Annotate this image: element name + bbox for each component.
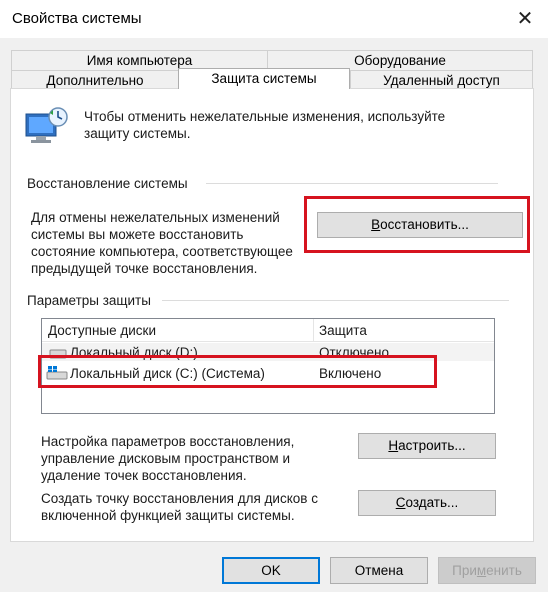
create-desc-line2: включенной функцией защиты системы. <box>41 508 295 523</box>
restore-button-mnemonic: В <box>371 217 381 232</box>
system-protection-icon <box>22 106 70 150</box>
intro-text-line1: Чтобы отменить нежелательные изменения, … <box>84 109 446 124</box>
restore-desc-line3: состояние компьютера, соответствующее <box>31 244 293 259</box>
intro-text-line2: защиту системы. <box>84 126 191 141</box>
configure-desc-line3: удаление точек восстановления. <box>41 468 247 483</box>
create-button-mnemonic: С <box>395 495 406 510</box>
apply-button-mnemonic: м <box>476 563 487 578</box>
drive-d-name: Локальный диск (D:) <box>70 345 198 360</box>
restore-group-divider <box>206 183 498 184</box>
create-desc-line1: Создать точку восстановления для дисков … <box>41 491 318 506</box>
column-available-drives[interactable]: Доступные диски <box>48 322 156 339</box>
create-button[interactable]: Создать... <box>358 490 496 516</box>
drives-list[interactable]: Доступные диски Защита Локальный диск (D… <box>41 318 495 414</box>
drive-row-c[interactable]: Локальный диск (C:) (Система) Включено <box>42 363 494 383</box>
column-separator[interactable] <box>313 319 314 341</box>
configure-button-label: астроить... <box>398 438 466 453</box>
restore-desc-line2: системы вы можете восстановить <box>31 227 244 242</box>
apply-button-label-post: енить <box>486 563 522 578</box>
drive-c-status: Включено <box>319 366 382 381</box>
drives-list-header: Доступные диски Защита <box>42 319 494 342</box>
protection-group-divider <box>162 300 509 301</box>
apply-button-label-pre: При <box>452 563 477 578</box>
drive-c-windows-icon <box>46 366 68 380</box>
ok-button[interactable]: OK <box>222 557 320 584</box>
configure-button-mnemonic: Н <box>388 438 399 453</box>
drive-d-icon <box>49 347 67 359</box>
apply-button[interactable]: Применить <box>438 557 536 584</box>
panel-content: Чтобы отменить нежелательные изменения, … <box>0 0 548 592</box>
configure-desc-line1: Настройка параметров восстановления, <box>41 434 295 449</box>
configure-button[interactable]: Настроить... <box>358 433 496 459</box>
drive-row-d[interactable]: Локальный диск (D:) Отключено <box>42 343 494 361</box>
restore-button-label: осстановить... <box>380 217 469 232</box>
column-protection[interactable]: Защита <box>319 322 367 339</box>
restore-desc-line4: предыдущей точке восстановления. <box>31 261 258 276</box>
restore-group-label: Восстановление системы <box>27 176 188 191</box>
restore-button[interactable]: Восстановить... <box>317 212 523 238</box>
cancel-button[interactable]: Отмена <box>330 557 428 584</box>
protection-group-label: Параметры защиты <box>27 293 151 308</box>
drive-d-status: Отключено <box>319 345 389 360</box>
create-button-label: оздать... <box>405 495 459 510</box>
drive-c-name: Локальный диск (C:) (Система) <box>70 366 265 381</box>
restore-desc-line1: Для отмены нежелательных изменений <box>31 210 280 225</box>
configure-desc-line2: управление дисковым пространством и <box>41 451 290 466</box>
